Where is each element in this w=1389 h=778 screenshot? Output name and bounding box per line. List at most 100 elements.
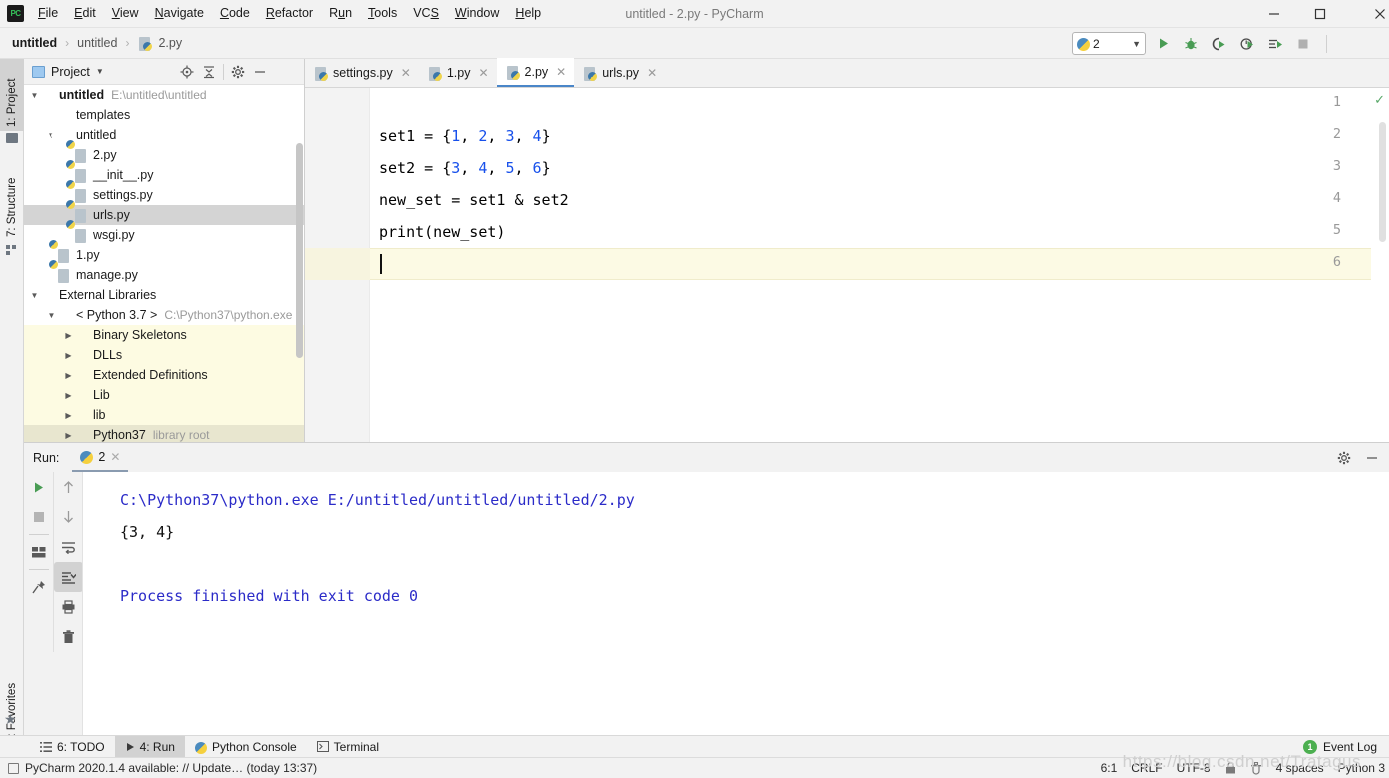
lock-icon[interactable] (1225, 762, 1236, 774)
sidebar-item-project[interactable]: 1: Project (0, 59, 24, 131)
scrollbar-thumb[interactable] (1379, 122, 1386, 242)
status-message[interactable]: PyCharm 2020.1.4 available: // Update… (… (25, 761, 317, 775)
editor-tab-2-py[interactable]: 2.py ✕ (496, 58, 575, 87)
locate-icon[interactable] (176, 61, 198, 83)
hide-icon[interactable] (1361, 447, 1383, 468)
close-icon[interactable]: ✕ (401, 66, 411, 80)
tree-node-extended-definitions[interactable]: ▶ Extended Definitions (24, 365, 304, 385)
interpreter-setting[interactable]: Python 3 (1338, 761, 1385, 775)
close-icon[interactable]: ✕ (110, 450, 120, 464)
scroll-to-end-button[interactable] (54, 562, 83, 592)
breadcrumb-item-0[interactable]: untitled (10, 36, 59, 50)
chevron-right-icon[interactable]: ▶ (62, 351, 75, 360)
code-line[interactable] (379, 88, 569, 120)
tree-node-1-py[interactable]: 1.py (24, 239, 304, 265)
print-button[interactable] (54, 592, 83, 622)
code-line[interactable]: set2 = {3, 4, 5, 6} (379, 152, 569, 184)
tree-node-python37[interactable]: ▶ Python37 library root (24, 425, 304, 442)
line-separator[interactable]: CRLF (1131, 761, 1162, 775)
menu-run[interactable]: Run (321, 3, 360, 24)
profile-button[interactable] (1236, 33, 1258, 54)
chevron-right-icon[interactable]: ▶ (62, 371, 75, 380)
code-line[interactable]: print(new_set) (379, 216, 569, 248)
down-button[interactable] (54, 502, 83, 532)
breadcrumb-item-2[interactable]: 2.py (156, 36, 184, 50)
close-button[interactable] (1357, 0, 1389, 28)
tool-button-python-console[interactable]: Python Console (185, 736, 307, 758)
maximize-button[interactable] (1297, 0, 1343, 28)
caret-position[interactable]: 6:1 (1101, 761, 1118, 775)
menu-edit[interactable]: Edit (66, 3, 104, 24)
run-button[interactable] (1152, 33, 1174, 54)
run-with-console-button[interactable] (1264, 33, 1286, 54)
menu-navigate[interactable]: Navigate (147, 3, 212, 24)
console-output[interactable]: C:\Python37\python.exe E:/untitled/untit… (82, 472, 1389, 740)
minimize-button[interactable] (1251, 0, 1297, 28)
stop-button[interactable] (24, 502, 53, 532)
git-branch-icon[interactable] (1250, 761, 1262, 775)
code-content[interactable]: set1 = {1, 2, 3, 4} set2 = {3, 4, 5, 6} ne… (379, 88, 569, 280)
tree-node-lib[interactable]: ▶ Lib (24, 385, 304, 405)
ok-check-icon[interactable]: ✓ (1374, 92, 1385, 108)
run-configuration-selector[interactable]: 2 ▼ (1072, 32, 1146, 55)
menu-tools[interactable]: Tools (360, 3, 405, 24)
close-icon[interactable]: ✕ (556, 65, 566, 79)
hide-icon[interactable] (249, 61, 271, 83)
chevron-right-icon[interactable]: ▶ (62, 431, 75, 440)
menu-code[interactable]: Code (212, 3, 258, 24)
menu-file[interactable]: File (30, 3, 66, 24)
menu-window[interactable]: Window (447, 3, 507, 24)
stop-button[interactable] (1292, 33, 1314, 54)
clear-all-button[interactable] (54, 622, 83, 652)
editor-scrollbar[interactable] (1378, 122, 1387, 432)
project-tree-scrollbar[interactable] (295, 85, 304, 442)
tree-node-wsgi-py[interactable]: wsgi.py (24, 219, 304, 245)
tool-button-terminal[interactable]: Terminal (307, 736, 389, 758)
breadcrumb-item-1[interactable]: untitled (75, 36, 119, 50)
event-log-button[interactable]: 1 Event Log (1302, 740, 1377, 754)
up-button[interactable] (54, 472, 83, 502)
chevron-down-icon[interactable]: ▼ (28, 91, 41, 100)
tree-node-dlls[interactable]: ▶ DLLs (24, 345, 304, 365)
chevron-right-icon[interactable]: ▶ (62, 331, 75, 340)
editor-tab-settings-py[interactable]: settings.py ✕ (305, 58, 419, 87)
gear-icon[interactable] (1333, 447, 1355, 468)
collapse-all-icon[interactable] (198, 61, 220, 83)
file-encoding[interactable]: UTF-8 (1177, 761, 1211, 775)
menu-help[interactable]: Help (507, 3, 549, 24)
notification-icon[interactable] (8, 762, 19, 774)
tree-node-templates[interactable]: templates (24, 105, 304, 125)
tree-node-external-libraries[interactable]: ▼ External Libraries (24, 285, 304, 305)
rerun-button[interactable] (24, 472, 53, 502)
debug-button[interactable] (1180, 33, 1202, 54)
code-line[interactable]: set1 = {1, 2, 3, 4} (379, 120, 569, 152)
tree-node-untitled[interactable]: ▼ untitled E:\untitled\untitled (24, 85, 304, 105)
tool-button-todo[interactable]: 6: TODO (30, 736, 115, 758)
coverage-button[interactable] (1208, 33, 1230, 54)
editor-tab-urls-py[interactable]: urls.py ✕ (574, 58, 665, 87)
close-icon[interactable]: ✕ (478, 66, 488, 80)
sidebar-item-structure[interactable]: 7: Structure (0, 155, 24, 241)
tool-button-run[interactable]: 4: Run (114, 735, 185, 758)
soft-wrap-button[interactable] (54, 532, 83, 562)
menu-refactor[interactable]: Refactor (258, 3, 321, 24)
tree-node-python-3-7[interactable]: ▼ < Python 3.7 > C:\Python37\python.exe (24, 305, 304, 325)
indent-setting[interactable]: 4 spaces (1276, 761, 1324, 775)
menu-view[interactable]: View (104, 3, 147, 24)
run-tab-2[interactable]: 2 ✕ (72, 443, 129, 472)
code-line[interactable] (379, 248, 569, 280)
tree-node-binary-skeletons[interactable]: ▶ Binary Skeletons (24, 325, 304, 345)
close-icon[interactable]: ✕ (647, 66, 657, 80)
code-editor[interactable]: 1 2 3 4 5 6 set1 = {1, 2, 3, 4} set2 = {3, 4, … (305, 88, 1389, 442)
chevron-down-icon[interactable]: ▼ (45, 311, 58, 320)
editor-tab-1-py[interactable]: 1.py ✕ (419, 58, 497, 87)
project-tree[interactable]: ▼ untitled E:\untitled\untitled templates ▼ u… (24, 85, 304, 442)
layout-button[interactable] (24, 537, 53, 567)
scrollbar-thumb[interactable] (296, 143, 303, 358)
code-line[interactable]: new_set = set1 & set2 (379, 184, 569, 216)
chevron-down-icon[interactable]: ▼ (96, 67, 104, 76)
pin-button[interactable] (24, 572, 53, 602)
chevron-down-icon[interactable]: ▼ (28, 291, 41, 300)
tree-node-lib[interactable]: ▶ lib (24, 405, 304, 425)
gear-icon[interactable] (227, 61, 249, 83)
